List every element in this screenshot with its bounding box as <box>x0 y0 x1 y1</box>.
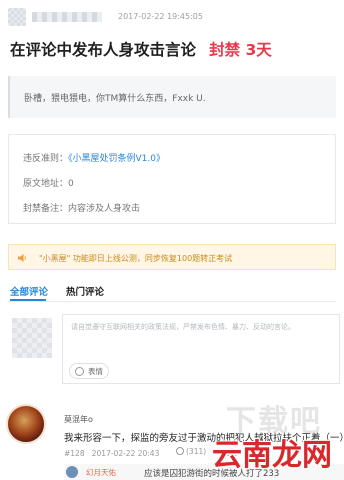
quote-text: 卧槽，猥电猥电，你TM算什么东西，Fxxk U. <box>24 94 206 104</box>
comment-time: 2017-02-22 20:43 <box>91 449 160 458</box>
smiley-icon <box>75 367 84 376</box>
sub-reply-name[interactable]: 幻月天佑 <box>86 467 116 478</box>
comment-floor: #128 <box>64 449 85 458</box>
tab-all-comments[interactable]: 全部评论 <box>10 284 48 298</box>
page-title-row: 在评论中发布人身攻击言论 封禁 3天 <box>10 38 272 60</box>
like-count: (311) <box>186 447 207 456</box>
ban-duration-badge: 封禁 3天 <box>209 41 272 59</box>
site-watermark: 云南龙网 <box>212 438 332 473</box>
speaker-icon <box>18 254 26 262</box>
original-url-row: 原文地址：0 <box>23 179 74 189</box>
current-user-avatar-blurred <box>12 318 52 358</box>
emoji-button[interactable]: 表情 <box>69 363 109 379</box>
announcement-text: "小黑屋" 功能即日上线公测，同步恢复100题转正考试 <box>39 254 233 263</box>
commenter-avatar[interactable] <box>6 404 46 444</box>
tab-hot-comments[interactable]: 热门评论 <box>66 284 104 298</box>
sub-reply-avatar[interactable] <box>66 466 78 478</box>
ban-note-row: 封禁备注：内容涉及人身攻击 <box>23 204 141 214</box>
post-header: 2017-02-22 19:45:05 <box>8 6 338 28</box>
comment-input-box[interactable]: 请自觉遵守互联网相关的政策法规，严禁发布色情、暴力、反动的言论。 表情 <box>62 314 340 384</box>
commenter-name[interactable]: 莫混年o <box>64 414 93 425</box>
active-tab-indicator <box>10 299 46 301</box>
page-title: 在评论中发布人身攻击言论 <box>10 41 197 59</box>
user-avatar-blurred <box>8 8 26 26</box>
ban-info-panel: 违反准则：《小黑屋处罚条例V1.0》 原文地址：0 封禁备注：内容涉及人身攻击 <box>8 134 336 224</box>
offending-comment-quote: 卧槽，猥电猥电，你TM算什么东西，Fxxk U. <box>8 76 336 118</box>
thumbs-up-icon <box>176 447 184 455</box>
announcement-banner[interactable]: "小黑屋" 功能即日上线公测，同步恢复100题转正考试 <box>8 244 336 270</box>
rule-link[interactable]: 《小黑屋处罚条例V1.0》 <box>68 154 165 164</box>
emoji-button-label: 表情 <box>88 367 103 376</box>
post-timestamp: 2017-02-22 19:45:05 <box>118 12 203 21</box>
comment-input-placeholder[interactable]: 请自觉遵守互联网相关的政策法规，严禁发布色情、暴力、反动的言论。 <box>71 322 295 332</box>
comment-meta: #128 2017-02-22 20:43 <box>64 449 159 458</box>
violated-rule-row: 违反准则：《小黑屋处罚条例V1.0》 <box>23 151 165 164</box>
comment-tabs: 全部评论 热门评论 <box>8 280 336 302</box>
violated-rule-label: 违反准则： <box>23 154 69 164</box>
like-button[interactable]: (311) <box>176 447 206 456</box>
username-blurred <box>32 12 102 22</box>
